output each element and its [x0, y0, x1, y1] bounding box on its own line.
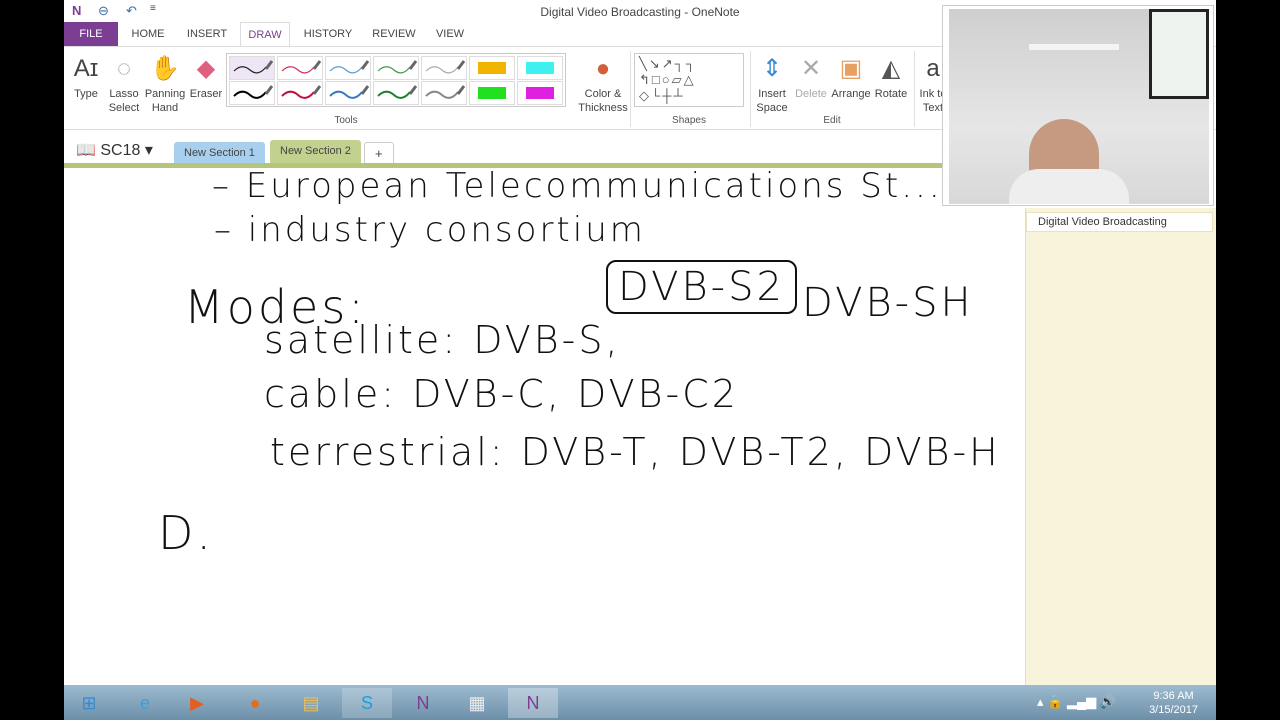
page-list-panel: Digital Video Broadcasting — [1025, 208, 1216, 685]
divider — [914, 51, 915, 127]
time: 9:36 AM — [1153, 690, 1194, 702]
note-line: – industry consortium — [214, 210, 646, 250]
onenote-taskbar-icon[interactable]: N — [398, 688, 448, 718]
onenote-active-icon[interactable]: N — [508, 688, 558, 718]
label: Delete — [795, 88, 827, 100]
divider — [630, 51, 631, 127]
media-player-icon[interactable]: ▶ — [172, 688, 222, 718]
hand-icon: ✋ — [150, 55, 180, 82]
note-line: DVB-SH — [802, 280, 974, 326]
note-line: satellite: DVB-S, — [264, 318, 621, 362]
delete-button[interactable]: ✕ Delete — [794, 51, 828, 101]
pen-swatch[interactable] — [277, 56, 323, 80]
color-wheel-icon: ● — [595, 55, 611, 82]
add-section-button[interactable]: + — [364, 142, 394, 164]
label: Type — [74, 88, 98, 100]
note-line: cable: DVB-C, DVB-C2 — [264, 372, 739, 416]
pen-swatch[interactable] — [229, 56, 275, 80]
insert-space-icon: ⇕ — [761, 55, 783, 82]
pen-swatch[interactable] — [229, 81, 275, 105]
webcam-video — [949, 9, 1209, 204]
start-button-icon[interactable]: ⊞ — [64, 688, 114, 718]
label: Lasso Select — [108, 88, 140, 114]
firefox-icon[interactable]: ● — [230, 688, 280, 718]
tab-draw[interactable]: DRAW — [240, 22, 290, 46]
eraser-icon: ◆ — [196, 55, 216, 82]
notebook-name: SC18 — [100, 142, 141, 159]
page-item[interactable]: Digital Video Broadcasting — [1026, 212, 1213, 232]
notebook-selector[interactable]: 📖 SC18 ▾ — [76, 140, 153, 160]
pen-swatch[interactable] — [277, 81, 323, 105]
pen-swatch[interactable] — [469, 56, 515, 80]
arrange-icon: ▣ — [839, 55, 863, 82]
rotate-button[interactable]: ◭ Rotate — [872, 51, 910, 101]
pen-gallery — [226, 53, 566, 107]
section-tab-1[interactable]: New Section 1 — [174, 142, 265, 164]
pen-swatch[interactable] — [421, 56, 467, 80]
pen-swatch[interactable] — [517, 56, 563, 80]
lasso-select-button[interactable]: ◌ Lasso Select — [106, 51, 142, 115]
tab-review[interactable]: REVIEW — [368, 22, 420, 46]
page-canvas[interactable]: – European Telecommunications St... – in… — [64, 168, 1025, 685]
label: Panning Hand — [144, 88, 186, 114]
shape-icons: ╲↘↗┐┐ ↰□○▱△ ◇└┼┴ — [639, 56, 698, 103]
note-line-boxed: DVB-S2 — [606, 260, 797, 314]
lasso-icon: ◌ — [116, 55, 132, 82]
group-label-tools: Tools — [334, 115, 358, 126]
label: Eraser — [189, 88, 223, 100]
eraser-button[interactable]: ◆ Eraser — [188, 51, 224, 101]
label: Color & Thickness — [578, 88, 628, 114]
notebook-icon: 📖 — [76, 142, 96, 159]
tab-home[interactable]: HOME — [126, 22, 170, 46]
divider — [750, 51, 751, 127]
shapes-gallery[interactable]: ╲↘↗┐┐ ↰□○▱△ ◇└┼┴ — [634, 53, 744, 107]
pen-swatch[interactable] — [325, 81, 371, 105]
webcam-overlay — [942, 5, 1214, 206]
tab-view[interactable]: VIEW — [430, 22, 470, 46]
arrange-button[interactable]: ▣ Arrange — [830, 51, 872, 101]
label: Arrange — [831, 88, 871, 100]
color-thickness-button[interactable]: ● Color & Thickness — [576, 51, 630, 115]
label: Insert Space — [756, 88, 788, 114]
group-label-shapes: Shapes — [672, 115, 706, 126]
ie-icon[interactable]: e — [120, 688, 170, 718]
panning-hand-button[interactable]: ✋ Panning Hand — [144, 51, 186, 115]
pen-swatch[interactable] — [517, 81, 563, 105]
pen-swatch[interactable] — [373, 81, 419, 105]
note-line: terrestrial: DVB-T, DVB-T2, DVB-H — [270, 430, 1001, 474]
note-line: – European Telecommunications St... — [212, 168, 943, 206]
pen-swatch[interactable] — [373, 56, 419, 80]
group-label-edit: Edit — [823, 115, 841, 126]
date: 3/15/2017 — [1149, 704, 1198, 716]
type-cursor-icon: Aɪ — [73, 55, 99, 82]
pen-swatch[interactable] — [421, 81, 467, 105]
tray-icons[interactable]: ▴ 🔒 ▂▄▆ 🔊 — [1037, 694, 1116, 710]
delete-x-icon: ✕ — [800, 55, 822, 82]
tab-file[interactable]: FILE — [64, 22, 118, 46]
section-tab-2[interactable]: New Section 2 — [270, 140, 361, 165]
note-line: D. — [158, 506, 215, 560]
label: Rotate — [874, 88, 908, 100]
explorer-icon[interactable]: ▤ — [286, 688, 336, 718]
pen-swatch[interactable] — [325, 56, 371, 80]
tab-insert[interactable]: INSERT — [182, 22, 232, 46]
insert-space-button[interactable]: ⇕ Insert Space — [754, 51, 790, 115]
taskbar: ⊞ e ▶ ● ▤ S N ▦ N ▴ 🔒 ▂▄▆ 🔊 9:36 AM 3/15/… — [64, 685, 1216, 720]
skype-icon[interactable]: S — [342, 688, 392, 718]
type-button[interactable]: Aɪ Type — [70, 51, 102, 101]
rotate-icon: ◭ — [881, 55, 901, 82]
calendar-icon[interactable]: ▦ — [452, 688, 502, 718]
tab-history[interactable]: HISTORY — [300, 22, 356, 46]
clock[interactable]: 9:36 AM 3/15/2017 — [1149, 689, 1198, 717]
pen-swatch[interactable] — [469, 81, 515, 105]
